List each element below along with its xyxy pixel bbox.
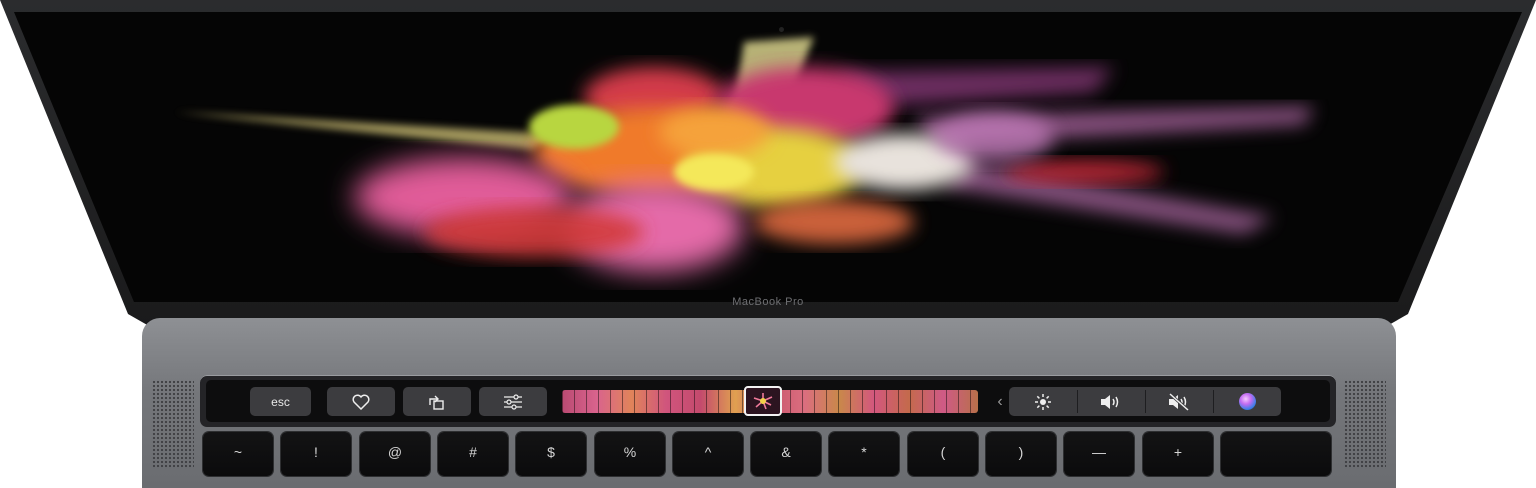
favorite-button[interactable] <box>327 387 395 416</box>
display-screen <box>14 12 1522 302</box>
keyboard-key[interactable]: ! <box>281 432 351 476</box>
keyboard-key[interactable]: @ <box>360 432 430 476</box>
brand-label: MacBook Pro <box>732 296 804 308</box>
chevron-left-icon[interactable]: ‹ <box>994 387 1006 416</box>
volume-button[interactable] <box>1077 387 1145 416</box>
keyboard-key[interactable]: + <box>1143 432 1213 476</box>
rotate-icon <box>429 395 444 410</box>
keyboard-key[interactable]: # <box>438 432 508 476</box>
brightness-icon <box>1035 393 1051 410</box>
mute-button[interactable] <box>1145 387 1213 416</box>
keyboard-key[interactable]: ^ <box>673 432 743 476</box>
siri-icon <box>1238 393 1256 410</box>
brightness-button[interactable] <box>1009 387 1077 416</box>
keyboard-key[interactable]: $ <box>516 432 586 476</box>
volume-icon <box>1101 394 1119 409</box>
mute-icon <box>1169 392 1189 411</box>
control-strip <box>1009 387 1281 416</box>
adjust-button[interactable] <box>479 387 547 416</box>
keyboard-key[interactable]: & <box>751 432 821 476</box>
keyboard-key[interactable]: — <box>1064 432 1134 476</box>
keyboard-key[interactable]: ~ <box>203 432 273 476</box>
right-speaker-grille <box>1344 380 1386 469</box>
esc-key[interactable]: esc <box>250 387 311 416</box>
keyboard-key[interactable]: ( <box>908 432 978 476</box>
keyboard-key[interactable] <box>1221 432 1331 476</box>
scrubber-selected-thumbnail[interactable] <box>744 386 782 416</box>
siri-button[interactable] <box>1213 387 1281 416</box>
keyboard-key[interactable]: % <box>595 432 665 476</box>
rotate-button[interactable] <box>403 387 471 416</box>
sliders-icon <box>504 393 522 410</box>
keyboard-key[interactable]: ) <box>986 432 1056 476</box>
heart-icon <box>352 394 370 410</box>
keyboard-key[interactable]: * <box>829 432 899 476</box>
left-speaker-grille <box>152 380 194 469</box>
burst-thumbnail-icon <box>753 393 773 410</box>
wallpaper-powder-explosion <box>174 37 1314 272</box>
